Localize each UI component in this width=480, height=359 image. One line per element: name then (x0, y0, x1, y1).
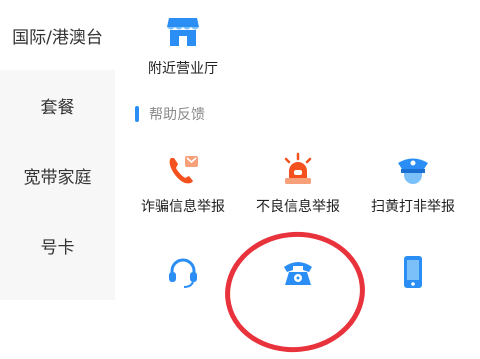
sidebar-item-sim-card[interactable]: 号卡 (0, 210, 115, 280)
sidebar-item-plans[interactable]: 套餐 (0, 70, 115, 140)
bad-info-report-tile[interactable]: 不良信息举报 (243, 150, 353, 216)
fraud-report-label: 诈骗信息举报 (141, 199, 225, 215)
service-content: 附近营业厅 帮助反馈 诈骗信息举报 不良信息举报 扫黄打非举报 (115, 0, 480, 359)
sidebar-item-next[interactable] (0, 280, 115, 300)
sidebar-item-broadband-home[interactable]: 宽带家庭 (0, 140, 115, 210)
smartphone-icon (393, 252, 433, 292)
category-sidebar: 国际/港澳台 套餐 宽带家庭 号卡 (0, 0, 115, 300)
fraud-report-tile[interactable]: 诈骗信息举报 (128, 150, 238, 216)
phone-report-icon (163, 150, 203, 190)
nearby-store-tile[interactable]: 附近营业厅 (128, 12, 238, 78)
sidebar-item-label: 国际/港澳台 (12, 27, 103, 48)
mobile-app-tile[interactable] (358, 252, 468, 292)
annotation-circle (219, 225, 371, 359)
headset-icon (163, 252, 203, 292)
siren-icon (278, 150, 318, 190)
help-feedback-section-header: 帮助反馈 (135, 104, 205, 124)
section-accent-bar (135, 106, 139, 122)
sidebar-item-international[interactable]: 国际/港澳台 (0, 0, 115, 70)
sidebar-item-label: 宽带家庭 (23, 167, 92, 188)
customer-service-tile[interactable] (128, 252, 238, 292)
anti-porn-report-label: 扫黄打非举报 (371, 199, 455, 215)
anti-porn-report-tile[interactable]: 扫黄打非举报 (358, 150, 468, 216)
sidebar-item-label: 号卡 (40, 237, 75, 258)
nearby-store-label: 附近营业厅 (148, 61, 218, 77)
bad-info-report-label: 不良信息举报 (256, 199, 340, 215)
sidebar-item-label: 套餐 (40, 97, 75, 118)
section-title: 帮助反馈 (149, 107, 205, 123)
police-cap-icon (393, 150, 433, 190)
storefront-icon (163, 12, 203, 52)
